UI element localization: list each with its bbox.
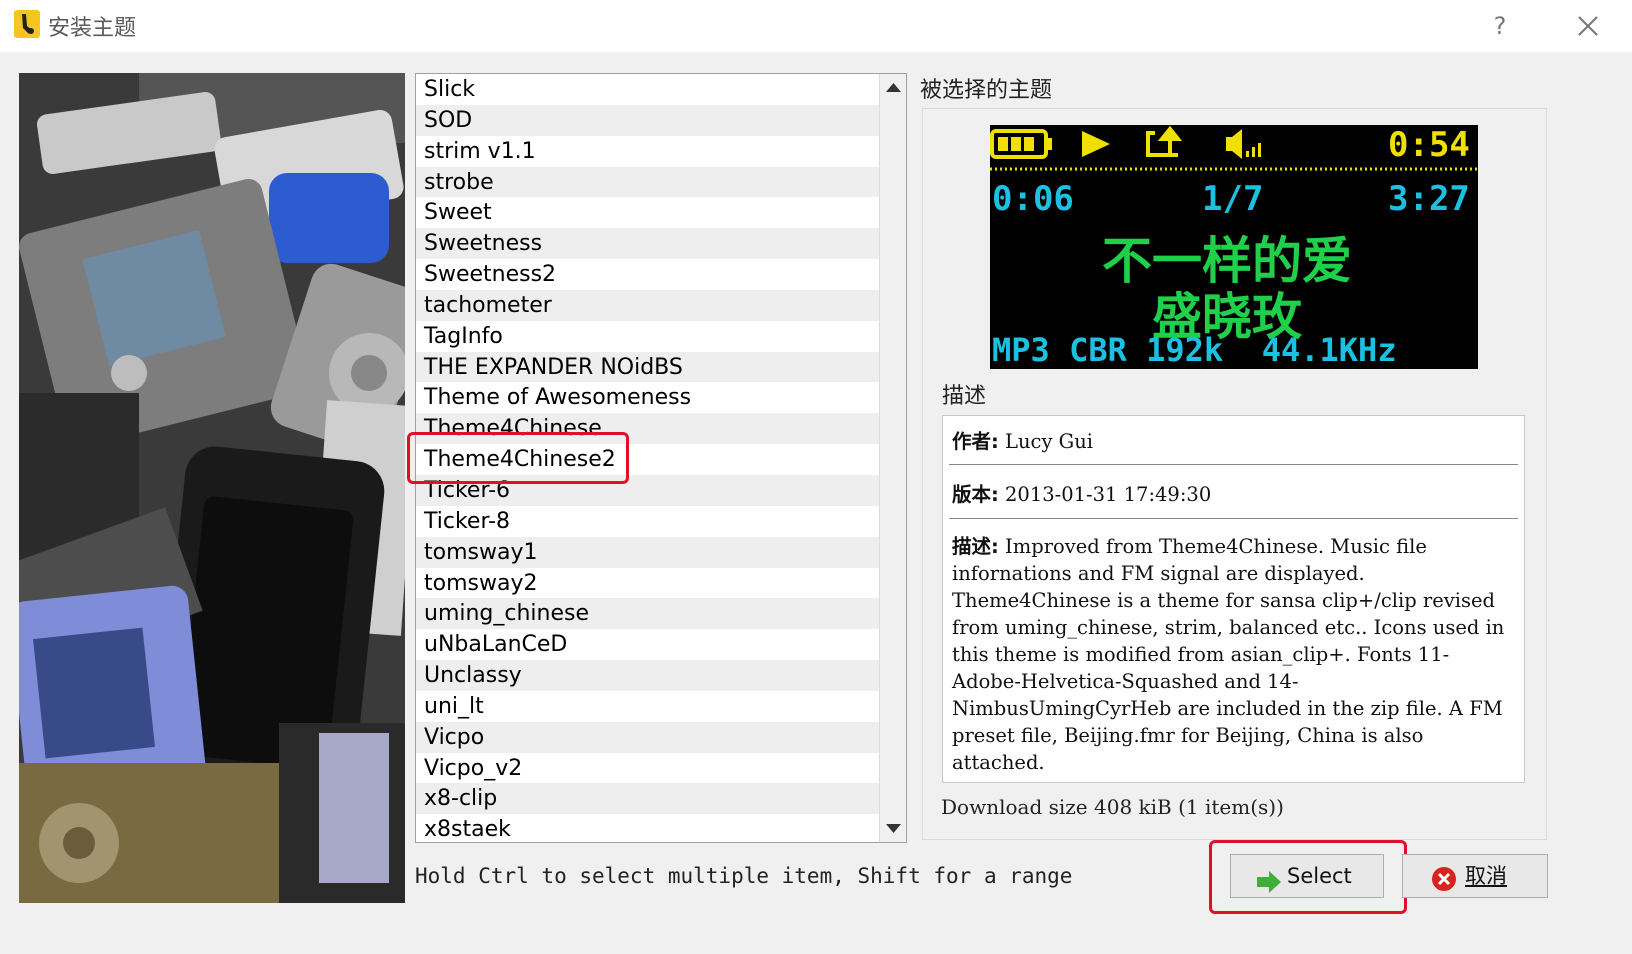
preview-elapsed: 0:06 xyxy=(992,179,1074,219)
version-value: 2013-01-31 17:49:30 xyxy=(1005,483,1212,506)
play-icon xyxy=(1082,131,1110,157)
theme-list-item[interactable]: SOD xyxy=(416,104,879,136)
title-bar: 安装主题 ? xyxy=(0,0,1632,52)
theme-list-item[interactable]: uming_chinese xyxy=(416,598,879,630)
window-title: 安装主题 xyxy=(48,16,137,41)
volume-icon xyxy=(1226,129,1261,159)
red-x-icon xyxy=(1431,864,1457,906)
battery-icon xyxy=(990,129,1052,159)
scrollbar-thumb[interactable] xyxy=(882,104,904,804)
theme-list-item[interactable]: tachometer xyxy=(416,289,879,321)
version-row: 版本: 2013-01-31 17:49:30 xyxy=(952,478,1211,507)
selected-theme-label: 被选择的主题 xyxy=(920,78,1053,103)
theme-list-item[interactable]: Sweetness xyxy=(416,228,879,260)
selected-item-highlight xyxy=(407,432,629,484)
theme-list-item[interactable]: Sweet xyxy=(416,197,879,228)
repeat-icon xyxy=(1146,125,1183,157)
close-icon[interactable] xyxy=(1570,8,1606,44)
preview-clock: 0:54 xyxy=(1388,125,1470,165)
author-value: Lucy Gui xyxy=(1005,430,1094,453)
download-size: Download size 408 kiB (1 item(s)) xyxy=(941,795,1284,819)
help-icon[interactable]: ? xyxy=(1482,8,1518,44)
theme-list-item[interactable]: TagInfo xyxy=(416,321,879,352)
author-key: 作者: xyxy=(952,430,999,453)
theme-list-item[interactable]: x8-clip xyxy=(416,783,879,815)
select-button[interactable]: Select xyxy=(1230,854,1384,898)
description-body: 描述: Improved from Theme4Chinese. Music f… xyxy=(952,533,1512,776)
list-scrollbar[interactable] xyxy=(879,74,906,842)
theme-list-item[interactable]: Slick xyxy=(416,74,879,105)
description-key: 描述: xyxy=(952,535,999,558)
theme-list-item[interactable]: Vicpo xyxy=(416,721,879,753)
author-row: 作者: Lucy Gui xyxy=(952,425,1093,454)
theme-list-item[interactable]: uNbaLanCeD xyxy=(416,629,879,660)
preview-total: 3:27 xyxy=(1388,179,1470,219)
theme-list-item[interactable]: Sweetness2 xyxy=(416,259,879,290)
scroll-down-arrow-icon[interactable] xyxy=(880,814,906,842)
theme-list-item[interactable]: Ticker-8 xyxy=(416,506,879,537)
description-label: 描述 xyxy=(942,384,987,409)
theme-installer-banner-image xyxy=(19,73,405,903)
theme-list-item[interactable]: Vicpo_v2 xyxy=(416,753,879,784)
selection-hint: Hold Ctrl to select multiple item, Shift… xyxy=(415,864,1073,888)
theme-list-item[interactable]: uni_lt xyxy=(416,691,879,722)
separator xyxy=(949,464,1518,465)
description-box: 作者: Lucy Gui 版本: 2013-01-31 17:49:30 描述:… xyxy=(942,415,1525,783)
version-key: 版本: xyxy=(952,483,999,506)
theme-list-item[interactable]: strobe xyxy=(416,166,879,198)
cancel-button-label: 取消 xyxy=(1465,864,1507,888)
theme-list-item[interactable]: tomsway2 xyxy=(416,568,879,599)
app-icon xyxy=(14,10,40,38)
theme-list-item[interactable]: Unclassy xyxy=(416,660,879,691)
theme-list-item[interactable]: THE EXPANDER NOidBS xyxy=(416,351,879,383)
theme-list-item[interactable]: strim v1.1 xyxy=(416,136,879,167)
green-arrow-icon xyxy=(1257,865,1281,907)
theme-preview-screen: 0:54 0:06 1/7 3:27 不一样的爱 盛晓玫 MP3 CBR 192… xyxy=(990,125,1478,369)
separator xyxy=(949,518,1518,519)
description-text: Improved from Theme4Chinese. Music file … xyxy=(952,535,1505,774)
cancel-button[interactable]: 取消 xyxy=(1402,854,1548,898)
select-button-label: Select xyxy=(1287,864,1352,888)
theme-list-item[interactable]: Theme of Awesomeness xyxy=(416,382,879,413)
scroll-up-arrow-icon[interactable] xyxy=(880,74,906,102)
theme-list-item[interactable]: tomsway1 xyxy=(416,536,879,568)
theme-list-item[interactable]: x8staek xyxy=(416,814,879,842)
preview-track: 1/7 xyxy=(1202,179,1264,219)
preview-codec-line: MP3 CBR 192k 44.1KHz xyxy=(992,331,1397,369)
